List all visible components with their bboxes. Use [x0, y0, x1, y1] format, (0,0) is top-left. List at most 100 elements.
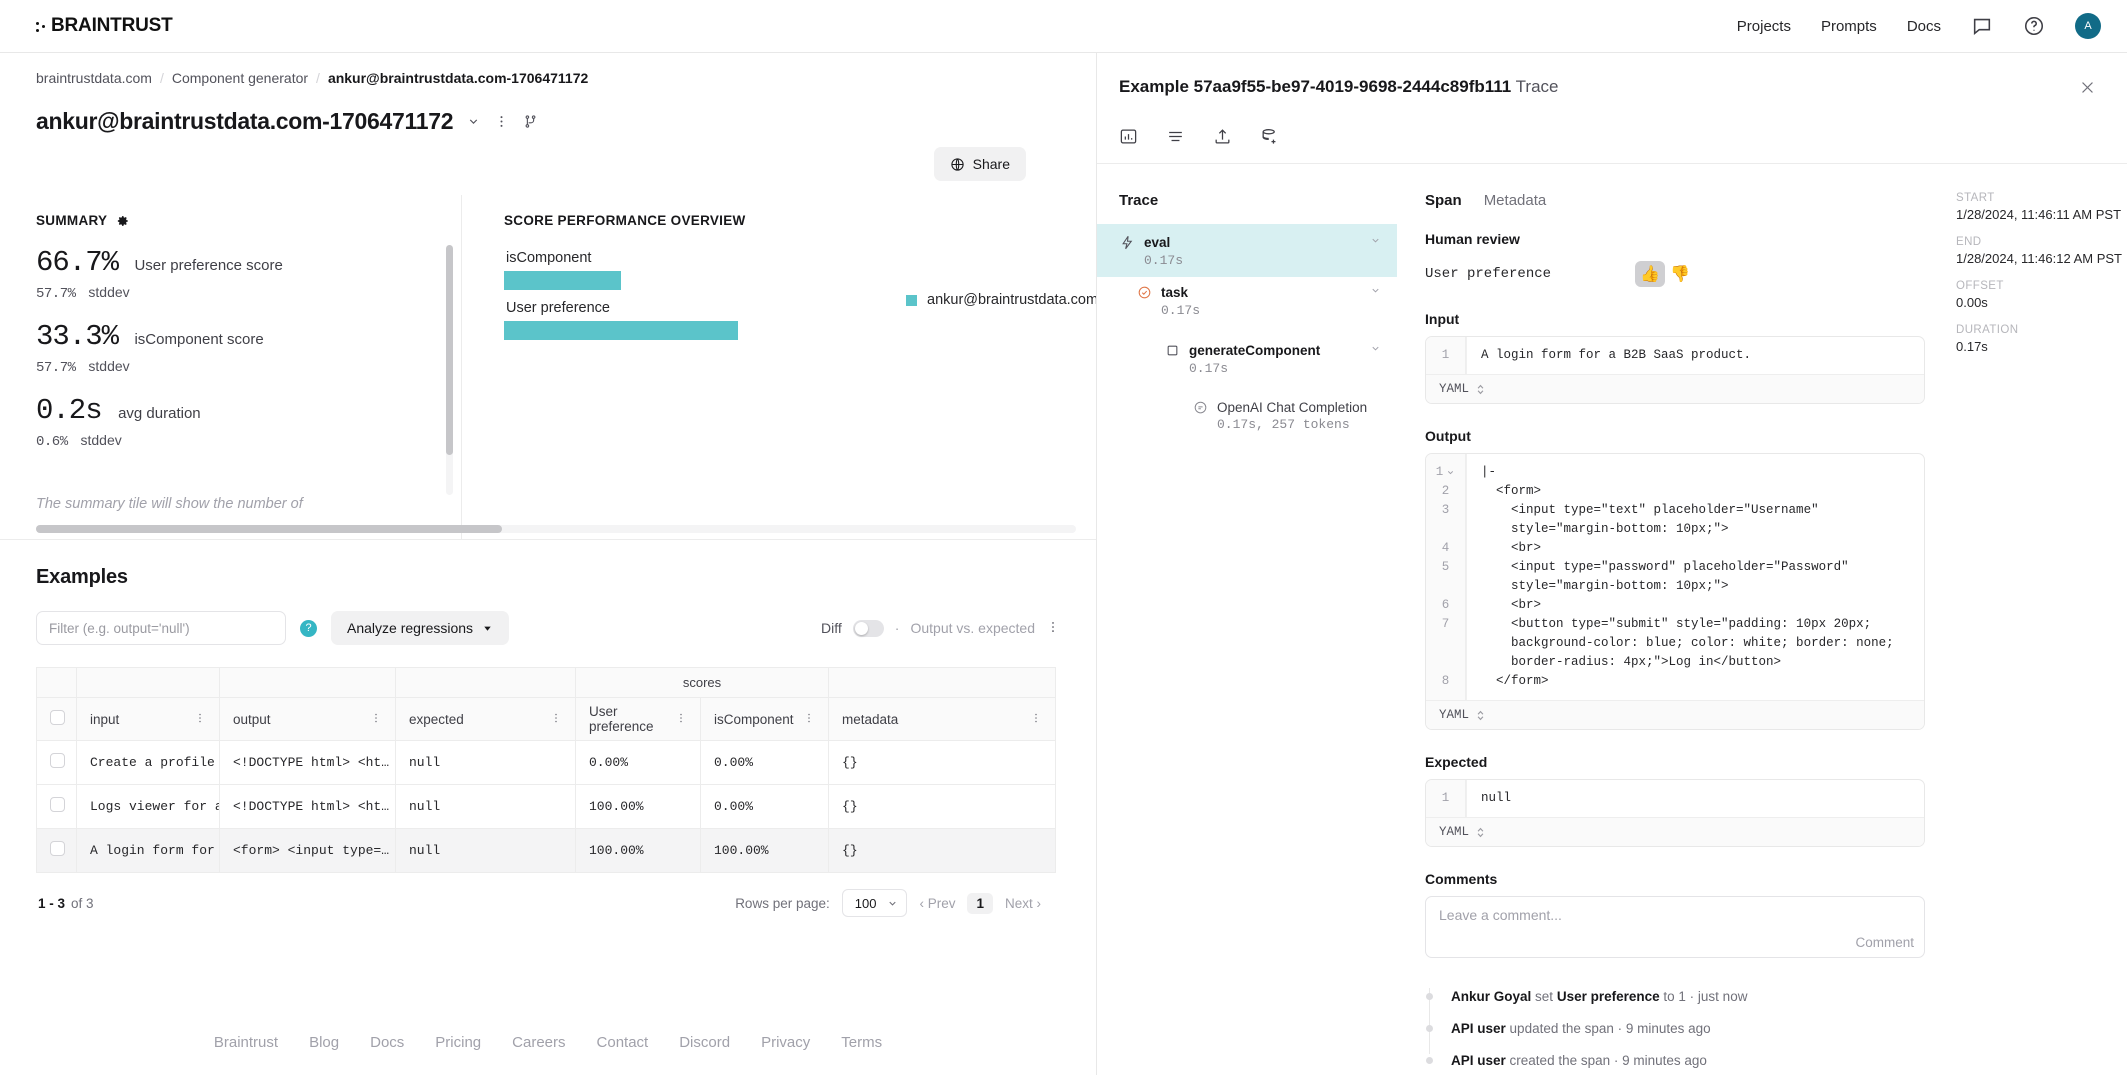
- branch-icon[interactable]: [523, 114, 538, 129]
- row-checkbox[interactable]: [50, 841, 65, 856]
- share-upload-icon[interactable]: [1213, 127, 1232, 146]
- footer-link-pricing[interactable]: Pricing: [435, 1034, 481, 1051]
- footer-link-docs[interactable]: Docs: [370, 1034, 404, 1051]
- thumbs-up-button[interactable]: 👍: [1635, 261, 1665, 287]
- chevron-down-icon[interactable]: [1446, 468, 1455, 477]
- table-row[interactable]: A login form for a … <form> <input type=…: [36, 828, 1057, 873]
- input-code-text[interactable]: A login form for a B2B SaaS product.: [1466, 337, 1924, 374]
- breadcrumb: braintrustdata.com / Component generator…: [0, 53, 1096, 86]
- add-dataset-icon[interactable]: [1260, 127, 1279, 146]
- gear-icon[interactable]: [116, 214, 130, 228]
- column-header-input[interactable]: input: [76, 697, 220, 741]
- diff-toggle[interactable]: [852, 619, 884, 637]
- select-all-checkbox[interactable]: [50, 710, 65, 725]
- trace-node-eval[interactable]: eval 0.17s: [1097, 224, 1397, 277]
- summary-vertical-scrollbar[interactable]: [446, 245, 453, 495]
- diff-mode-label[interactable]: Output vs. expected: [910, 620, 1035, 636]
- bar-chart-icon[interactable]: [1119, 127, 1138, 146]
- column-menu-icon[interactable]: [370, 712, 382, 727]
- trace-node-openai-chat-completion[interactable]: OpenAI Chat Completion 0.17s, 257 tokens: [1192, 399, 1397, 451]
- page-number[interactable]: 1: [967, 892, 993, 914]
- braintrust-logo[interactable]: BRAINTRUST: [36, 15, 173, 37]
- chevron-down-icon[interactable]: [1370, 283, 1397, 301]
- trace-node-generate-component[interactable]: generateComponent 0.17s: [1164, 341, 1397, 393]
- comment-submit-button[interactable]: Comment: [1855, 935, 1914, 950]
- column-header-expected[interactable]: expected: [395, 697, 576, 741]
- table-header-row: input output expected User preference is…: [36, 697, 1057, 741]
- chevron-down-icon: [482, 623, 493, 634]
- expected-format-selector[interactable]: YAML: [1426, 817, 1924, 846]
- page-body: braintrustdata.com / Component generator…: [0, 53, 2127, 1075]
- next-page-button[interactable]: Next ›: [1005, 896, 1041, 911]
- filter-help-icon[interactable]: ?: [300, 619, 317, 637]
- breadcrumb-item-experiment[interactable]: ankur@braintrustdata.com-1706471172: [328, 70, 588, 86]
- trace-node-task[interactable]: task 0.17s: [1136, 283, 1397, 335]
- rows-per-page-select[interactable]: 100: [841, 889, 908, 917]
- output-code-block[interactable]: 1 2 3 4 5 6 7 8 |- <form> <input type="t…: [1425, 453, 1925, 730]
- expected-code-block[interactable]: 1 null YAML: [1425, 779, 1925, 847]
- chat-bubble-icon[interactable]: [1971, 15, 1993, 37]
- chevron-down-icon[interactable]: [1370, 233, 1397, 251]
- column-menu-icon[interactable]: [194, 712, 206, 727]
- group-cell-blank: [828, 667, 1057, 698]
- table-row[interactable]: Logs viewer for a c… <!DOCTYPE html> <ht…: [36, 784, 1057, 829]
- panels-horizontal-scrollbar[interactable]: [36, 525, 1076, 533]
- footer-link-terms[interactable]: Terms: [841, 1034, 882, 1051]
- nav-link-prompts[interactable]: Prompts: [1821, 18, 1877, 35]
- chart-bar-label: isComponent: [506, 250, 592, 266]
- close-icon[interactable]: [2077, 77, 2097, 97]
- input-code-block[interactable]: 1 A login form for a B2B SaaS product. Y…: [1425, 336, 1925, 404]
- tab-metadata[interactable]: Metadata: [1484, 192, 1547, 209]
- examples-heading: Examples: [36, 566, 128, 588]
- cell-is-component: 0.00%: [700, 740, 830, 785]
- row-checkbox[interactable]: [50, 797, 65, 812]
- row-checkbox[interactable]: [50, 753, 65, 768]
- cell-input: Logs viewer for a c…: [76, 784, 220, 829]
- breadcrumb-item-project[interactable]: Component generator: [172, 70, 308, 86]
- line-number: 4: [1441, 541, 1450, 555]
- meta-key-offset: OFFSET: [1956, 280, 2004, 292]
- comment-input[interactable]: Leave a comment... Comment: [1425, 896, 1925, 958]
- column-header-user-preference[interactable]: User preference: [575, 697, 701, 741]
- footer-link-discord[interactable]: Discord: [679, 1034, 730, 1051]
- expected-code-text[interactable]: null: [1466, 780, 1924, 817]
- output-format-selector[interactable]: YAML: [1426, 700, 1924, 729]
- table-row[interactable]: Create a profile pa… <!DOCTYPE html> <ht…: [36, 740, 1057, 785]
- prev-page-button[interactable]: ‹ Prev: [919, 896, 955, 911]
- footer-link-privacy[interactable]: Privacy: [761, 1034, 810, 1051]
- human-review-field-name: User preference: [1425, 266, 1552, 282]
- examples-options-kebab-icon[interactable]: [1046, 620, 1060, 636]
- question-circle-icon[interactable]: [2023, 15, 2045, 37]
- footer-link-braintrust[interactable]: Braintrust: [214, 1034, 278, 1051]
- column-menu-icon[interactable]: [1030, 712, 1042, 727]
- trace-column-title: Trace: [1119, 192, 1159, 209]
- column-header-metadata[interactable]: metadata: [828, 697, 1057, 741]
- footer-link-contact[interactable]: Contact: [597, 1034, 649, 1051]
- chevron-down-icon[interactable]: [1370, 341, 1397, 359]
- column-menu-icon[interactable]: [550, 712, 562, 727]
- list-icon[interactable]: [1166, 127, 1185, 146]
- nav-link-docs[interactable]: Docs: [1907, 18, 1941, 35]
- breadcrumb-item-org[interactable]: braintrustdata.com: [36, 70, 152, 86]
- footer-link-blog[interactable]: Blog: [309, 1034, 339, 1051]
- nav-link-projects[interactable]: Projects: [1737, 18, 1791, 35]
- input-format-selector[interactable]: YAML: [1426, 374, 1924, 403]
- column-header-is-component[interactable]: isComponent: [700, 697, 830, 741]
- footer-link-careers[interactable]: Careers: [512, 1034, 565, 1051]
- filter-input[interactable]: [36, 611, 286, 645]
- chart-bar[interactable]: [504, 321, 738, 340]
- tab-span[interactable]: Span: [1425, 192, 1462, 209]
- column-header-output[interactable]: output: [219, 697, 396, 741]
- thumbs-down-button[interactable]: 👎: [1665, 261, 1695, 287]
- chevron-down-icon[interactable]: [467, 115, 480, 128]
- human-review-row: User preference 👍 👎: [1425, 261, 1950, 287]
- share-button[interactable]: Share: [933, 147, 1026, 181]
- kebab-menu-icon[interactable]: [494, 114, 509, 129]
- column-menu-icon[interactable]: [675, 712, 687, 727]
- avatar[interactable]: A: [2075, 13, 2101, 39]
- column-menu-icon[interactable]: [803, 712, 815, 727]
- analyze-regressions-button[interactable]: Analyze regressions: [331, 611, 510, 645]
- output-code-text[interactable]: |- <form> <input type="text" placeholder…: [1466, 454, 1924, 700]
- chart-bar[interactable]: [504, 271, 621, 290]
- meta-key-end: END: [1956, 236, 1982, 248]
